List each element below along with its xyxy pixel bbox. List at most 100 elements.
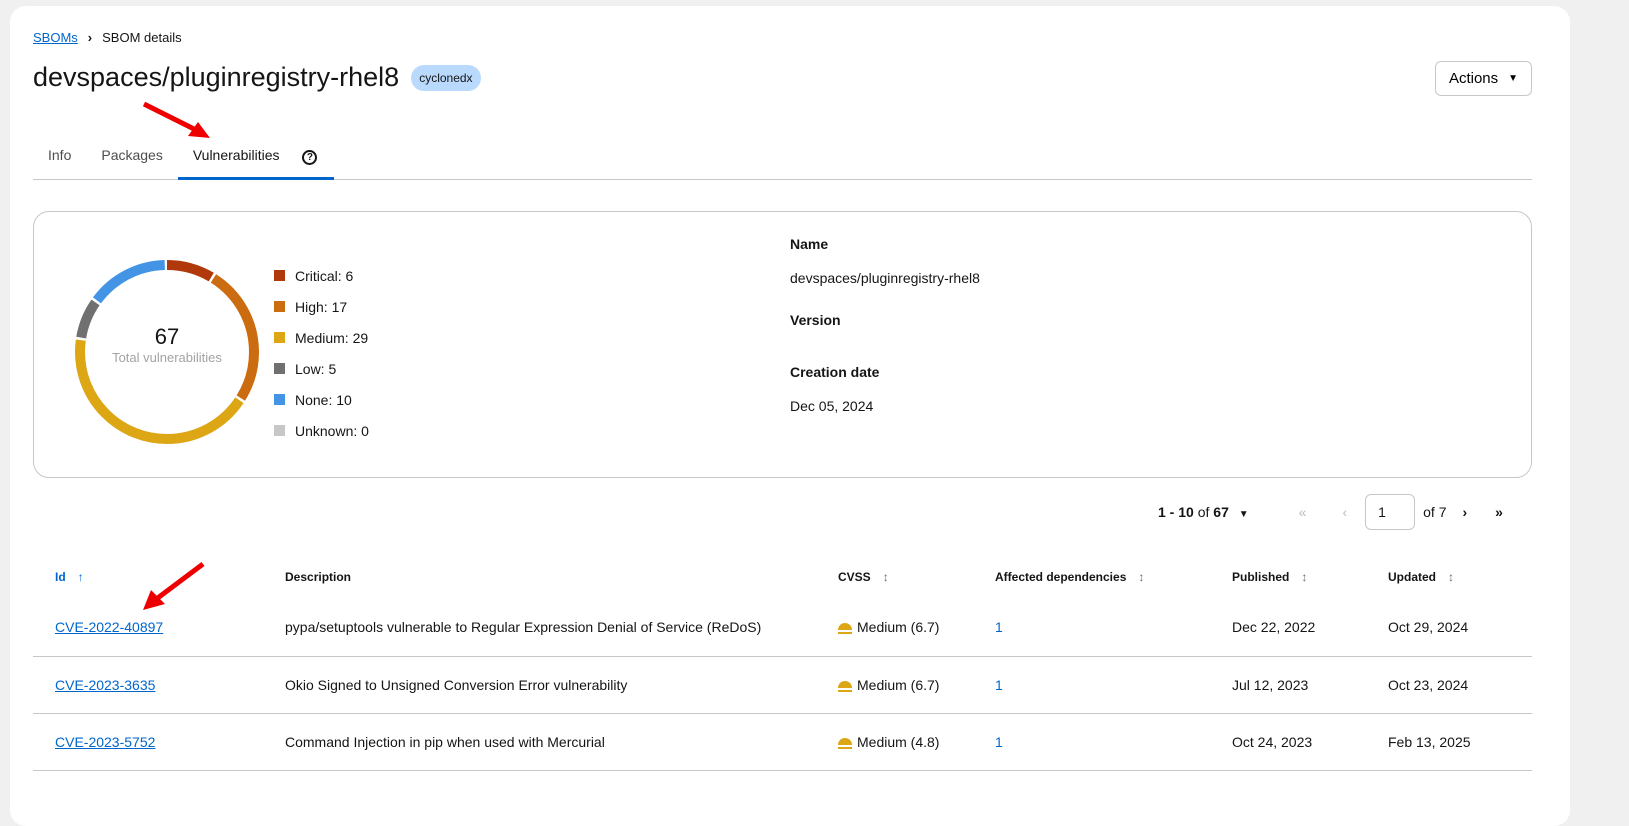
- legend-swatch: [274, 425, 285, 436]
- legend-swatch: [274, 363, 285, 374]
- cve-link[interactable]: CVE-2023-5752: [55, 734, 155, 750]
- cell-deps: 1: [973, 713, 1210, 771]
- cvss-text: Medium (6.7): [857, 619, 940, 636]
- severity-medium-icon: [838, 623, 852, 633]
- cell-description: Command Injection in pip when used with …: [263, 713, 816, 771]
- header-label: CVSS: [838, 570, 871, 584]
- legend-swatch: [274, 270, 285, 281]
- cell-cvss: Medium (4.8): [816, 713, 973, 771]
- previous-page-icon[interactable]: ‹: [1342, 504, 1347, 520]
- cell-cvss: Medium (6.7): [816, 656, 973, 714]
- page-input[interactable]: 1: [1365, 494, 1416, 530]
- of-text: of: [1197, 504, 1210, 520]
- vulnerability-summary: 67 Total vulnerabilities Critical: 6 High…: [33, 211, 1532, 478]
- header-label: Updated: [1388, 570, 1436, 584]
- legend-swatch: [274, 332, 285, 343]
- sort-ascending-icon: ↑: [77, 570, 84, 584]
- total-label: Total vulnerabilities: [112, 350, 222, 365]
- range-text: 1 - 10: [1158, 504, 1194, 520]
- breadcrumb-sboms-link[interactable]: SBOMs: [33, 30, 78, 45]
- cell-updated: Feb 13, 2025: [1366, 713, 1532, 771]
- cve-link[interactable]: CVE-2023-3635: [55, 677, 155, 693]
- tabs: Info Packages Vulnerabilities ?: [33, 135, 1532, 180]
- chart-legend: Critical: 6 High: 17 Medium: 29 Low: 5 None:…: [274, 260, 369, 446]
- header-label: Description: [285, 570, 352, 584]
- format-badge: cyclonedx: [411, 64, 481, 91]
- legend-label: None: 10: [295, 391, 352, 408]
- sort-icon: ↕: [1448, 570, 1454, 584]
- cvss-text: Medium (6.7): [857, 676, 940, 693]
- legend-item: Critical: 6: [274, 260, 369, 291]
- affected-dependencies-link[interactable]: 1: [995, 734, 1003, 750]
- actions-label: Actions: [1448, 70, 1499, 87]
- page-title-text: devspaces/pluginregistry-rhel8: [33, 62, 400, 92]
- column-description: Description: [263, 555, 816, 599]
- caret-down-icon: ▼: [1238, 509, 1249, 520]
- cell-id: CVE-2023-5752: [33, 713, 263, 771]
- cell-updated: Oct 29, 2024: [1366, 599, 1532, 657]
- severity-medium-icon: [838, 737, 852, 747]
- cell-description: Okio Signed to Unsigned Conversion Error…: [263, 656, 816, 714]
- legend-item: High: 17: [274, 291, 369, 322]
- legend-label: Unknown: 0: [295, 422, 369, 439]
- header-label: Published: [1232, 570, 1290, 584]
- sort-icon: ↕: [1301, 570, 1308, 584]
- header-label: Id: [55, 570, 66, 584]
- last-page-icon[interactable]: »: [1495, 504, 1503, 520]
- sort-icon: ↕: [882, 570, 889, 584]
- severity-medium-icon: [838, 680, 852, 690]
- cell-deps: 1: [973, 599, 1210, 657]
- column-cvss[interactable]: CVSS ↕: [816, 555, 973, 599]
- cve-link[interactable]: CVE-2022-40897: [55, 619, 163, 635]
- legend-label: Critical: 6: [295, 267, 354, 284]
- next-page-icon[interactable]: ›: [1462, 504, 1467, 520]
- page-title: devspaces/pluginregistry-rhel8 cyclonedx: [33, 62, 481, 93]
- vulnerabilities-table: Id ↑ Description CVSS ↕ Affected dependenc…: [33, 555, 1532, 771]
- sort-icon: ↕: [1138, 570, 1145, 584]
- breadcrumb: SBOMs › SBOM details: [33, 30, 182, 45]
- total-text: 67: [1213, 504, 1229, 520]
- chevron-right-icon: ›: [87, 30, 93, 45]
- table-row: CVE-2023-5752 Command Injection in pip w…: [33, 713, 1532, 771]
- cell-cvss: Medium (6.7): [816, 599, 973, 657]
- sbom-metadata: Name devspaces/pluginregistry-rhel8 Vers…: [790, 236, 980, 440]
- name-value: devspaces/pluginregistry-rhel8: [790, 270, 980, 286]
- column-affected-dependencies[interactable]: Affected dependencies ↕: [973, 555, 1210, 599]
- annotation-arrow-icon: [142, 101, 210, 138]
- table-row: CVE-2022-40897 pypa/setuptools vulnerabl…: [33, 599, 1532, 657]
- tab-info[interactable]: Info: [33, 135, 86, 179]
- creation-date-value: Dec 05, 2024: [790, 398, 874, 414]
- annotation-arrow-icon: [143, 562, 205, 610]
- legend-label: High: 17: [295, 298, 348, 315]
- column-updated[interactable]: Updated ↕: [1366, 555, 1532, 599]
- pagination: 1 - 10 of 67 ▼ « ‹ 1 of 7 › »: [1158, 494, 1503, 530]
- affected-dependencies-link[interactable]: 1: [995, 619, 1003, 635]
- cell-published: Oct 24, 2023: [1210, 713, 1366, 771]
- affected-dependencies-link[interactable]: 1: [995, 677, 1003, 693]
- per-page-toggle[interactable]: 1 - 10 of 67 ▼: [1158, 504, 1249, 520]
- legend-item: Unknown: 0: [274, 415, 369, 446]
- cell-published: Dec 22, 2022: [1210, 599, 1366, 657]
- help-icon[interactable]: ?: [294, 135, 325, 179]
- actions-button[interactable]: Actions ▼: [1435, 61, 1532, 96]
- cell-updated: Oct 23, 2024: [1366, 656, 1532, 714]
- header-label: Affected dependencies: [995, 570, 1127, 584]
- legend-label: Medium: 29: [295, 329, 369, 346]
- version-label: Version: [790, 312, 841, 328]
- table-row: CVE-2023-3635 Okio Signed to Unsigned Co…: [33, 656, 1532, 714]
- donut-center: 67 Total vulnerabilities: [67, 324, 267, 365]
- cvss-text: Medium (4.8): [857, 733, 940, 750]
- caret-down-icon: ▼: [1508, 73, 1519, 84]
- column-published[interactable]: Published ↕: [1210, 555, 1366, 599]
- cell-deps: 1: [973, 656, 1210, 714]
- cell-description: pypa/setuptools vulnerable to Regular Ex…: [263, 599, 816, 657]
- legend-swatch: [274, 301, 285, 312]
- first-page-icon[interactable]: «: [1299, 504, 1307, 520]
- legend-item: Low: 5: [274, 353, 369, 384]
- legend-item: None: 10: [274, 384, 369, 415]
- legend-item: Medium: 29: [274, 322, 369, 353]
- page-count: of 7: [1423, 504, 1447, 520]
- table-header: Id ↑ Description CVSS ↕ Affected dependenc…: [33, 555, 1532, 599]
- breadcrumb-current: SBOM details: [102, 30, 182, 45]
- name-label: Name: [790, 236, 829, 252]
